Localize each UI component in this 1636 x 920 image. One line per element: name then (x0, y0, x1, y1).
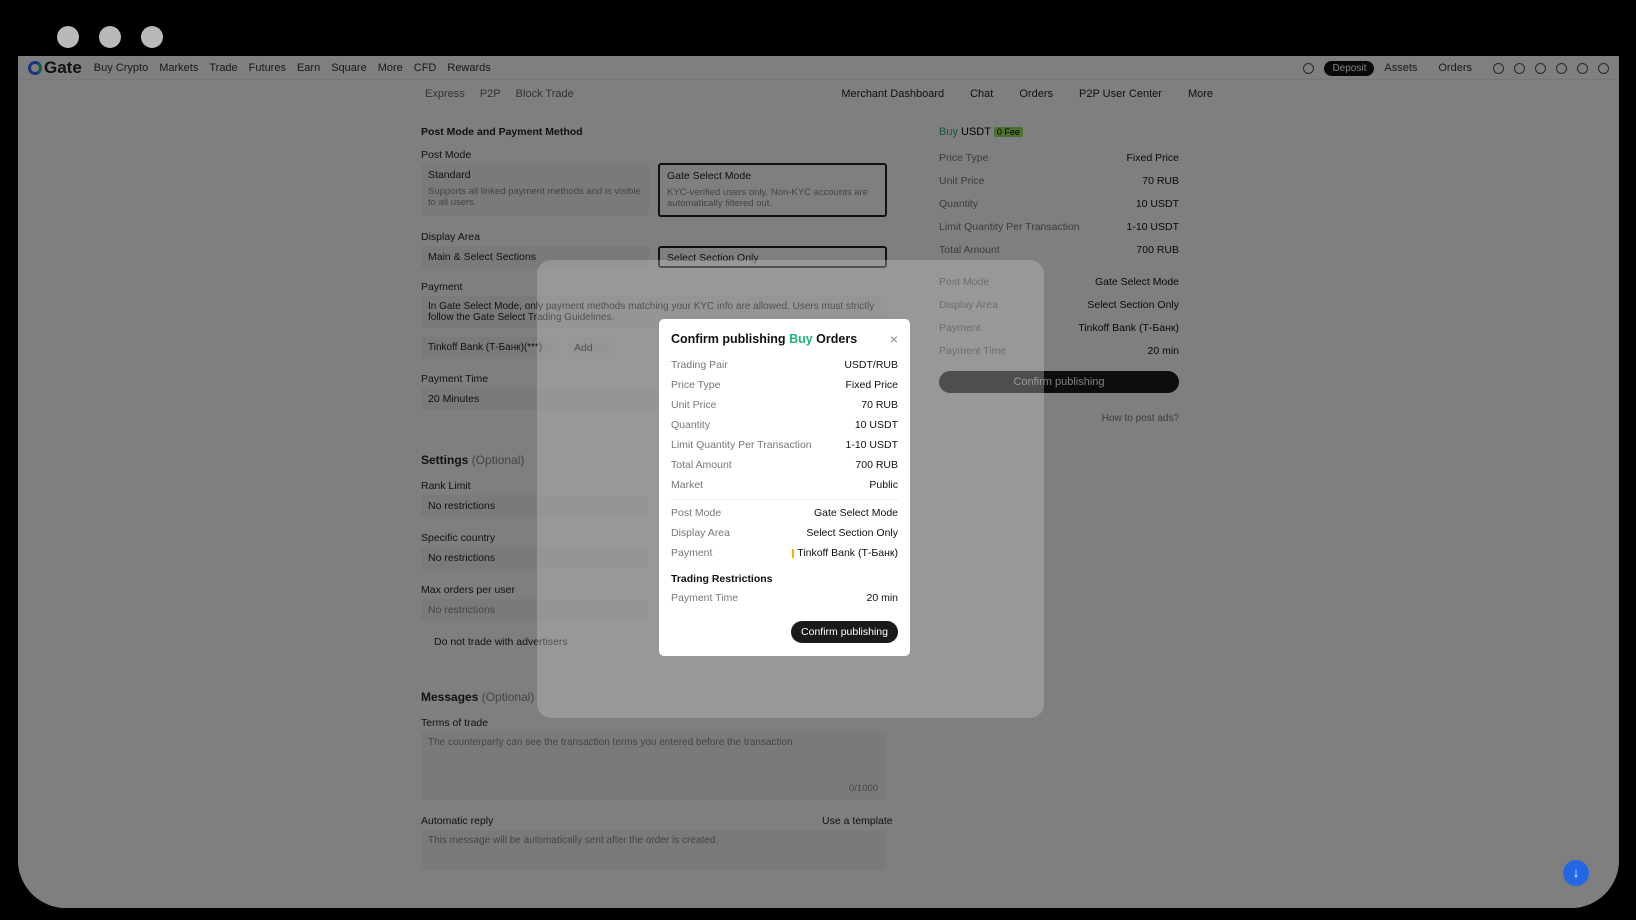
modal-title: Confirm publishing Buy Orders × (671, 331, 898, 347)
modal-key: Payment Time (671, 592, 739, 604)
modal-row: Display Area Select Section Only (671, 523, 898, 543)
modal-value: 1-10 USDT (845, 439, 898, 451)
payment-flag-icon (792, 548, 795, 558)
modal-row: Unit Price 70 RUB (671, 395, 898, 415)
confirm-publishing-modal: Confirm publishing Buy Orders × Trading … (659, 319, 910, 656)
modal-key: Total Amount (671, 459, 732, 471)
modal-value: 700 RUB (855, 459, 898, 471)
modal-key: Quantity (671, 419, 711, 431)
modal-key: Post Mode (671, 507, 722, 519)
modal-row: Quantity 10 USDT (671, 415, 898, 435)
modal-value: Fixed Price (845, 379, 898, 391)
modal-payment-value: Tinkoff Bank (Т-Банк) (792, 547, 898, 559)
browser-viewport: Gate Buy Crypto Markets Trade Futures Ea… (18, 56, 1619, 908)
modal-row: Payment Time 20 min (671, 588, 898, 608)
window-minimize-dot[interactable] (99, 26, 121, 48)
modal-row: Price Type Fixed Price (671, 375, 898, 395)
modal-value: USDT/RUB (844, 359, 898, 371)
modal-key: Payment (671, 547, 713, 559)
modal-key: Display Area (671, 527, 730, 539)
modal-row: Total Amount 700 RUB (671, 455, 898, 475)
modal-value: 20 min (866, 592, 898, 604)
modal-row: Payment Tinkoff Bank (Т-Банк) (671, 543, 898, 563)
modal-key: Price Type (671, 379, 721, 391)
trading-restrictions-title: Trading Restrictions (671, 573, 773, 585)
modal-divider (671, 499, 898, 500)
confirm-publishing-button[interactable]: Confirm publishing (791, 621, 898, 643)
modal-value: Public (869, 479, 898, 491)
device-frame: Gate Buy Crypto Markets Trade Futures Ea… (0, 0, 1636, 920)
modal-key: Limit Quantity Per Transaction (671, 439, 812, 451)
modal-title-post: Orders (816, 332, 858, 346)
window-zoom-dot[interactable] (141, 26, 163, 48)
modal-title-buy: Buy (789, 332, 813, 346)
modal-key: Trading Pair (671, 359, 728, 371)
modal-row: Limit Quantity Per Transaction 1-10 USDT (671, 435, 898, 455)
modal-title-pre: Confirm publishing (671, 332, 786, 346)
modal-value: 70 RUB (861, 399, 898, 411)
modal-key: Market (671, 479, 704, 491)
modal-row: Post Mode Gate Select Mode (671, 503, 898, 523)
modal-row: Trading Pair USDT/RUB (671, 355, 898, 375)
modal-title-text: Confirm publishing Buy Orders (671, 332, 857, 346)
modal-value: Tinkoff Bank (Т-Банк) (797, 547, 898, 559)
modal-value: Select Section Only (806, 527, 898, 539)
close-icon[interactable]: × (890, 331, 898, 347)
modal-value: 10 USDT (854, 419, 898, 431)
download-fab-icon[interactable]: ↓ (1563, 860, 1589, 886)
modal-row: Market Public (671, 475, 898, 495)
modal-key: Unit Price (671, 399, 717, 411)
window-close-dot[interactable] (57, 26, 79, 48)
modal-value: Gate Select Mode (813, 507, 898, 519)
